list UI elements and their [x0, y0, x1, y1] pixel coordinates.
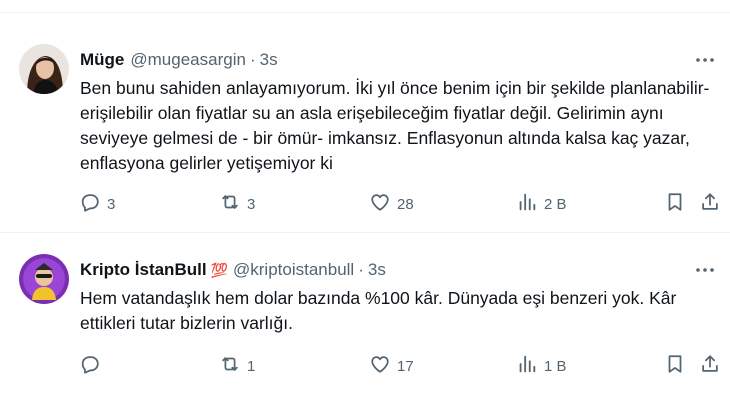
action-bar: 1 17 1 B: [79, 354, 722, 378]
views-count: 2 B: [544, 195, 567, 213]
top-divider: [0, 12, 730, 13]
author-handle[interactable]: @kriptoistanbull: [233, 258, 354, 282]
tweet-card[interactable]: Kripto İstanBull 💯 @kriptoistanbull · 3s…: [0, 244, 730, 394]
reply-icon: [79, 191, 101, 217]
tweet-divider: [0, 232, 730, 233]
tweet-header: Müge @mugeasargin · 3s: [80, 48, 690, 72]
like-icon: [369, 191, 391, 217]
bookmark-icon: [664, 353, 686, 379]
reply-button[interactable]: [79, 354, 107, 378]
bookmark-button[interactable]: [664, 192, 686, 216]
retweet-count: 3: [247, 195, 256, 213]
action-bar: 3 3 28 2 B: [79, 192, 722, 216]
views-icon: [516, 191, 538, 217]
views-icon: [516, 353, 538, 379]
avatar-image: [19, 44, 69, 94]
share-icon: [699, 191, 721, 217]
retweet-button[interactable]: 1: [219, 354, 255, 378]
reply-count: 3: [107, 195, 116, 213]
tweet-header: Kripto İstanBull 💯 @kriptoistanbull · 3s: [80, 258, 690, 282]
views-button[interactable]: 1 B: [516, 354, 567, 378]
separator-dot: ·: [249, 50, 256, 69]
more-icon[interactable]: [692, 260, 718, 280]
retweet-icon: [219, 353, 241, 379]
avatar-image: [19, 254, 69, 304]
share-icon: [699, 353, 721, 379]
retweet-icon: [219, 191, 241, 217]
share-button[interactable]: [699, 354, 721, 378]
like-icon: [369, 353, 391, 379]
views-button[interactable]: 2 B: [516, 192, 567, 216]
hundred-points-badge: 💯: [210, 262, 228, 278]
reply-icon: [79, 353, 101, 379]
reply-button[interactable]: 3: [79, 192, 115, 216]
author-name[interactable]: Müge: [80, 48, 124, 72]
tweet-card[interactable]: Müge @mugeasargin · 3s Ben bunu sahiden …: [0, 34, 730, 230]
views-count: 1 B: [544, 357, 567, 375]
bookmark-icon: [664, 191, 686, 217]
retweet-button[interactable]: 3: [219, 192, 255, 216]
avatar[interactable]: [19, 44, 69, 94]
tweet-text: Ben bunu sahiden anlayamıyorum. İki yıl …: [80, 78, 710, 173]
share-button[interactable]: [699, 192, 721, 216]
retweet-count: 1: [247, 357, 256, 375]
timestamp[interactable]: 3s: [260, 48, 278, 72]
separator-dot: ·: [358, 260, 364, 279]
author-handle[interactable]: @mugeasargin: [130, 48, 246, 72]
bookmark-button[interactable]: [664, 354, 686, 378]
like-button[interactable]: 28: [369, 192, 414, 216]
avatar[interactable]: [19, 254, 69, 304]
author-name[interactable]: Kripto İstanBull: [80, 258, 207, 282]
more-icon[interactable]: [692, 50, 718, 70]
timestamp[interactable]: 3s: [368, 258, 386, 282]
like-button[interactable]: 17: [369, 354, 414, 378]
tweet-text: Hem vatandaşlık hem dolar bazında %100 k…: [80, 288, 677, 333]
timeline: Müge @mugeasargin · 3s Ben bunu sahiden …: [0, 0, 730, 420]
like-count: 28: [397, 195, 414, 213]
like-count: 17: [397, 357, 414, 375]
